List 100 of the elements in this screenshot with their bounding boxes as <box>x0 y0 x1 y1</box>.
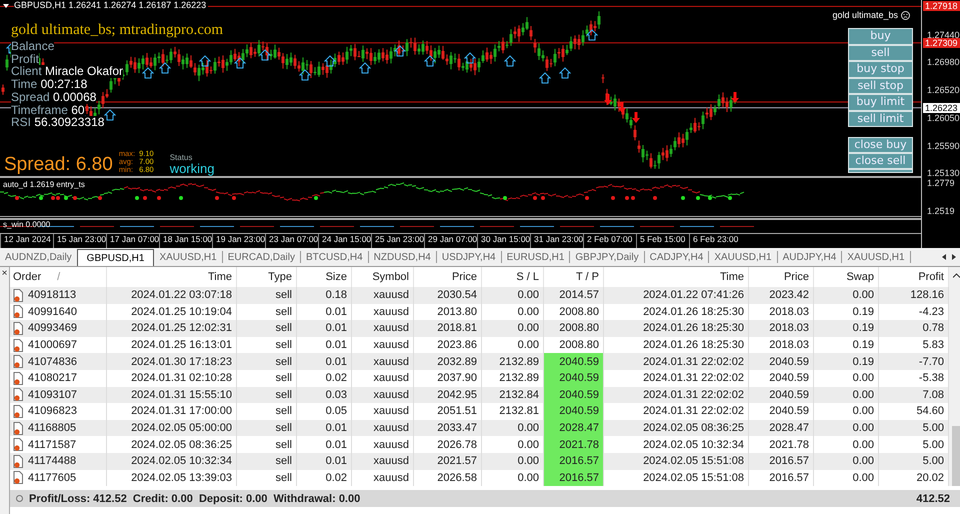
scrollbar-drawing[interactable] <box>949 267 960 486</box>
order-document-icon <box>13 471 24 484</box>
collapse-arrow-icon[interactable] <box>3 4 9 8</box>
order-document-icon <box>13 305 24 318</box>
table-cell: 0.19 <box>814 353 879 370</box>
price-label: 1.26223 <box>923 102 960 113</box>
up-arrow-icon <box>464 52 476 64</box>
symbol-tab[interactable]: XAUUSD,H1 <box>154 251 223 263</box>
up-arrow-icon <box>158 62 172 74</box>
table-cell: xauusd <box>352 353 414 370</box>
symbol-tab[interactable]: XAUUSD,H1 <box>842 251 911 263</box>
up-arrow-icon <box>234 57 246 68</box>
symbol-tab[interactable]: GBPUSD,H1 <box>76 249 154 266</box>
trade-button[interactable]: sell stop <box>848 78 913 94</box>
close-icon[interactable]: × <box>2 269 8 279</box>
table-cell: 2016.57 <box>544 470 604 486</box>
table-cell: 2024.01.25 12:02:31 <box>107 320 237 337</box>
account-summary: Profit/Loss: 412.52 Credit: 0.00 Deposit: 0.00 Withdrawal: 0.00 <box>29 492 360 504</box>
price-tick: 1.26050 <box>927 113 960 124</box>
table-cell: 41093107 <box>28 388 77 401</box>
table-cell: 2024.01.22 03:07:18 <box>107 287 237 304</box>
symbol-tab[interactable]: BTCUSD,H4 <box>300 251 369 263</box>
up-arrow-icon <box>298 69 312 80</box>
symbol-tab[interactable]: XAUUSD,H1 <box>709 251 778 263</box>
close-order-button[interactable]: close sell <box>848 153 913 169</box>
table-cell: 2023.42 <box>749 287 814 304</box>
table-cell: 0.01 <box>297 353 352 370</box>
table-cell: 2040.59 <box>749 353 814 370</box>
symbol-tab[interactable]: GBPJPY,Daily <box>570 251 645 263</box>
up-arrow-icon <box>258 49 272 60</box>
status-dot-icon <box>16 495 23 502</box>
price-label: 1.27918 <box>923 1 960 12</box>
down-arrow-icon <box>618 102 626 113</box>
table-cell: 2016.57 <box>749 452 814 470</box>
table-cell: 0.18 <box>297 287 352 304</box>
table-cell: 2030.54 <box>414 287 482 304</box>
table-cell: 2024.01.26 18:25:30 <box>604 320 749 337</box>
trade-button[interactable]: buy <box>848 28 913 44</box>
table-cell: 41168805 <box>28 422 76 434</box>
table-cell: 40993469 <box>28 322 77 334</box>
table-cell: sell <box>237 353 297 370</box>
status-value: working <box>170 162 214 176</box>
table-cell: sell <box>237 470 297 486</box>
table-cell: xauusd <box>352 320 414 337</box>
price-tick: 1.25130 <box>927 168 960 178</box>
table-cell: 41074836 <box>28 356 77 368</box>
table-cell: 41171587 <box>28 438 76 451</box>
up-arrow-icon <box>504 55 516 66</box>
table-cell: 2040.59 <box>749 386 814 404</box>
chart-title: GBPUSD,H1 1.26241 1.26274 1.26187 1.26223 <box>14 0 208 10</box>
down-arrow-icon <box>604 94 612 105</box>
scroll-left-icon[interactable] <box>942 254 946 260</box>
order-document-icon <box>13 404 24 418</box>
indicator-tick: 1.2519 <box>927 206 955 216</box>
table-cell: 2024.01.31 15:55:10 <box>107 386 237 404</box>
order-document-icon <box>13 288 24 302</box>
sad-face-icon[interactable] <box>901 10 910 20</box>
up-arrow-icon <box>104 109 116 120</box>
order-document-icon <box>13 338 24 352</box>
table-cell: 2008.80 <box>544 320 604 337</box>
table-cell: 2042.95 <box>414 386 482 404</box>
order-document-icon <box>13 322 24 335</box>
symbol-tab[interactable]: AUDNZD,Daily <box>0 251 77 263</box>
symbol-tab[interactable]: NZDUSD,H4 <box>368 251 437 263</box>
table-cell: 0.00 <box>814 420 879 436</box>
table-cell: 2024.01.22 07:41:26 <box>604 287 749 304</box>
table-cell: 0.19 <box>814 320 879 337</box>
up-arrow-icon <box>424 55 436 66</box>
symbol-tab[interactable]: AUDJPY,H4 <box>778 251 842 263</box>
trade-button[interactable]: buy limit <box>848 94 913 110</box>
trade-button[interactable]: sell <box>848 44 913 61</box>
scroll-right-icon[interactable] <box>952 254 956 260</box>
table-cell: 0.01 <box>297 320 352 337</box>
symbol-tab[interactable]: EURCAD,Daily <box>222 251 301 263</box>
table-cell: 2016.57 <box>749 470 814 486</box>
table-cell: sell <box>237 386 297 404</box>
table-cell: 0.00 <box>482 287 544 304</box>
table-cell: 2016.57 <box>544 452 604 470</box>
up-arrow-icon <box>198 55 212 66</box>
table-cell: 2024.02.05 10:32:34 <box>107 452 237 470</box>
sort-indicator: / <box>57 271 60 283</box>
trade-button[interactable]: sell limit <box>848 110 913 127</box>
table-cell: 2014.57 <box>544 287 604 304</box>
table-cell: 2024.01.30 17:18:23 <box>107 353 237 370</box>
trade-button[interactable]: buy stop <box>848 61 913 78</box>
indicator-tick: 1.2779 <box>927 178 955 188</box>
table-cell: 2040.59 <box>544 386 604 404</box>
close-order-button[interactable]: close buy <box>848 137 913 153</box>
order-document-icon <box>13 454 24 468</box>
table-cell: 2032.89 <box>414 353 482 370</box>
up-arrow-icon <box>558 67 572 78</box>
table-cell: 40918113 <box>28 289 76 302</box>
table-cell: 41096823 <box>28 405 77 418</box>
price-tick: 1.27440 <box>927 30 960 40</box>
table-cell: sell <box>237 452 297 470</box>
symbol-tab[interactable]: USDJPY,H4 <box>436 251 502 263</box>
symbol-tab[interactable]: CADJPY,H4 <box>644 251 710 263</box>
up-arrow-icon <box>394 45 406 56</box>
table-cell: 2040.59 <box>544 370 604 387</box>
symbol-tab[interactable]: EURUSD,H1 <box>502 251 570 263</box>
